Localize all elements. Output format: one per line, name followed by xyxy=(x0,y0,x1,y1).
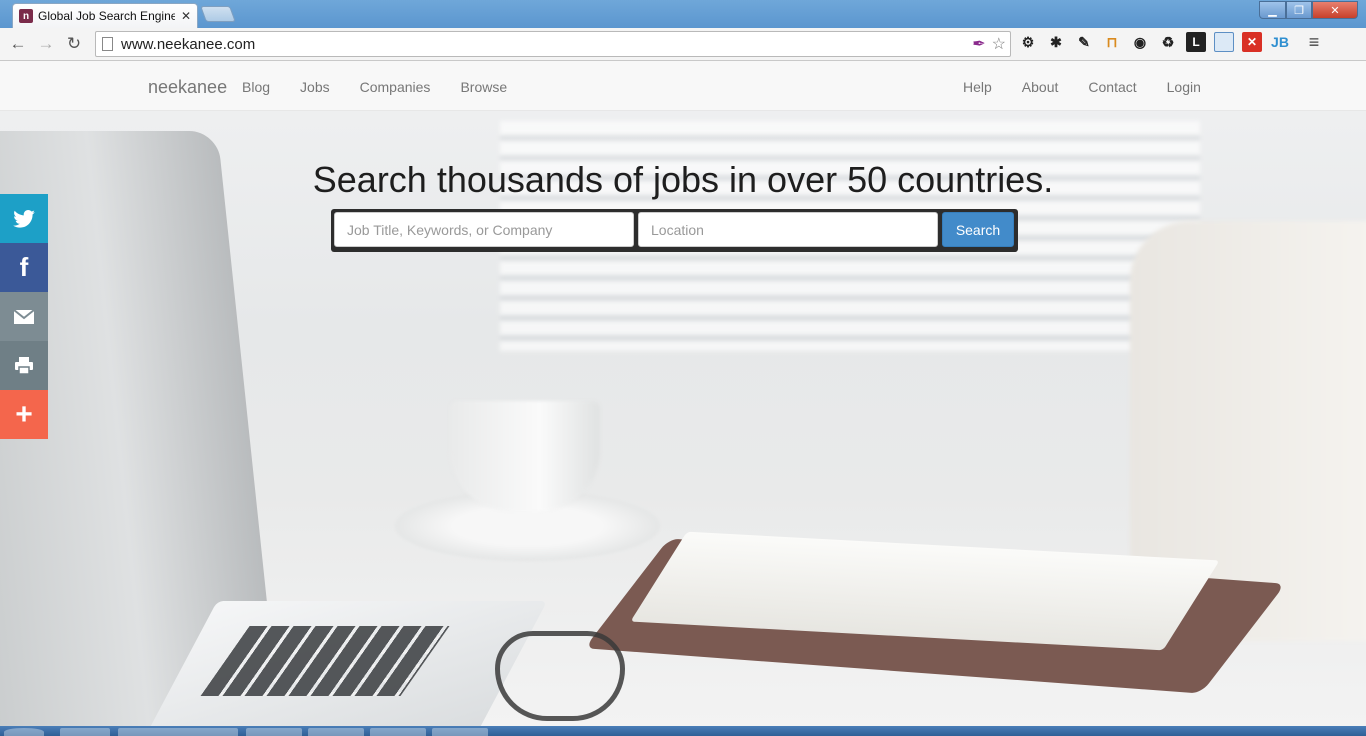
background-eyeglasses xyxy=(495,631,625,721)
email-icon xyxy=(13,308,35,324)
eyedropper-icon[interactable]: ✎ xyxy=(1074,32,1094,52)
brand-logo[interactable]: neekanee xyxy=(148,77,227,98)
back-arrow-icon[interactable]: ← xyxy=(4,34,32,54)
tag-icon[interactable]: ⊓ xyxy=(1102,32,1122,52)
background-coffee-cup xyxy=(450,401,600,511)
keyword-search-input[interactable] xyxy=(334,212,634,247)
nav-right-links: Help About Contact Login xyxy=(948,79,1216,95)
twitter-share-button[interactable] xyxy=(0,194,48,243)
nav-link-browse[interactable]: Browse xyxy=(445,79,522,95)
taskbar-item[interactable] xyxy=(432,728,488,736)
l-extension-icon[interactable]: L xyxy=(1186,32,1206,52)
neekanee-favicon-icon: n xyxy=(19,9,33,23)
twitter-icon xyxy=(13,209,35,228)
extension-icons: ⚙ ✱ ✎ ⊓ ◉ ♻ L ✕ JB ≡ xyxy=(1018,32,1324,52)
nav-link-blog[interactable]: Blog xyxy=(227,79,285,95)
taskbar-item[interactable] xyxy=(308,728,364,736)
nav-link-about[interactable]: About xyxy=(1007,79,1074,95)
address-url[interactable]: www.neekanee.com xyxy=(121,36,972,53)
jb-extension-icon[interactable]: JB xyxy=(1270,32,1290,52)
recycle-icon[interactable]: ♻ xyxy=(1158,32,1178,52)
menu-icon[interactable]: ≡ xyxy=(1304,32,1324,52)
nav-link-jobs[interactable]: Jobs xyxy=(285,79,345,95)
location-search-input[interactable] xyxy=(638,212,938,247)
nav-link-login[interactable]: Login xyxy=(1152,79,1216,95)
nav-link-companies[interactable]: Companies xyxy=(345,79,446,95)
bug-icon[interactable]: ✱ xyxy=(1046,32,1066,52)
browser-titlebar: n Global Job Search Engine | ✕ ▁ ❐ ✕ xyxy=(0,0,1366,28)
os-taskbar xyxy=(0,726,1366,736)
feather-icon[interactable]: ✒ xyxy=(972,34,985,54)
taskbar-item[interactable] xyxy=(370,728,426,736)
facebook-share-button[interactable]: f xyxy=(0,243,48,292)
forward-arrow-icon[interactable]: → xyxy=(32,34,60,54)
nav-link-contact[interactable]: Contact xyxy=(1073,79,1151,95)
gear-icon[interactable]: ⚙ xyxy=(1018,32,1038,52)
bookmark-star-icon[interactable]: ☆ xyxy=(992,34,1006,54)
print-share-button[interactable] xyxy=(0,341,48,390)
maximize-button[interactable]: ❐ xyxy=(1286,1,1312,19)
address-bar[interactable]: www.neekanee.com ✒ ☆ xyxy=(95,31,1011,57)
tab-close-icon[interactable]: ✕ xyxy=(181,9,191,23)
browser-toolbar: ← → ↻ www.neekanee.com ✒ ☆ ⚙ ✱ ✎ ⊓ ◉ ♻ L… xyxy=(0,28,1366,61)
page-icon xyxy=(102,37,113,51)
nav-link-help[interactable]: Help xyxy=(948,79,1007,95)
browser-tab[interactable]: n Global Job Search Engine | ✕ xyxy=(12,3,198,28)
chrome-settings-icon[interactable]: ◉ xyxy=(1130,32,1150,52)
close-window-button[interactable]: ✕ xyxy=(1312,1,1358,19)
print-icon xyxy=(15,356,33,375)
tab-title: Global Job Search Engine | xyxy=(38,9,175,23)
reload-icon[interactable]: ↻ xyxy=(60,34,88,54)
hero-headline: Search thousands of jobs in over 50 coun… xyxy=(312,159,1054,200)
email-share-button[interactable] xyxy=(0,292,48,341)
start-button[interactable] xyxy=(4,728,44,736)
site-navbar: neekanee Blog Jobs Companies Browse Help… xyxy=(0,61,1366,111)
window-extension-icon[interactable] xyxy=(1214,32,1234,52)
minimize-button[interactable]: ▁ xyxy=(1259,1,1286,19)
nav-left-links: Blog Jobs Companies Browse xyxy=(227,79,522,95)
page-viewport: neekanee Blog Jobs Companies Browse Help… xyxy=(0,61,1366,726)
x-extension-icon[interactable]: ✕ xyxy=(1242,32,1262,52)
taskbar-item[interactable] xyxy=(246,728,302,736)
taskbar-item[interactable] xyxy=(118,728,238,736)
taskbar-item[interactable] xyxy=(60,728,110,736)
new-tab-button[interactable] xyxy=(200,6,236,22)
search-button[interactable]: Search xyxy=(942,212,1014,247)
job-search-form: Search xyxy=(331,209,1018,252)
social-share-bar: f + xyxy=(0,194,48,439)
window-controls: ▁ ❐ ✕ xyxy=(1259,1,1358,19)
more-share-button[interactable]: + xyxy=(0,390,48,439)
